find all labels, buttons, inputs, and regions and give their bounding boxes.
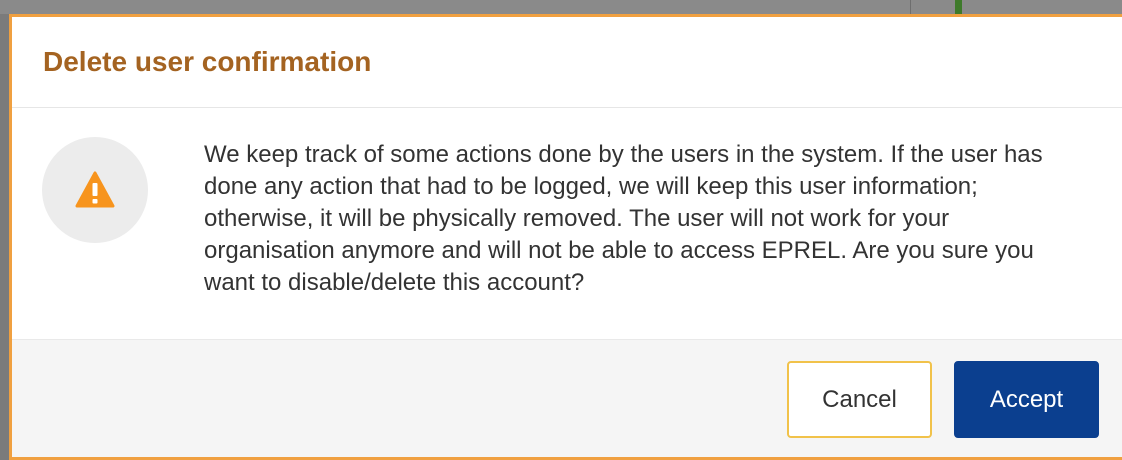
dialog-header: Delete user confirmation	[12, 17, 1122, 108]
dialog-footer: Cancel Accept	[12, 339, 1122, 457]
warning-icon	[75, 171, 115, 208]
dialog-body: We keep track of some actions done by th…	[12, 108, 1122, 338]
dialog-title: Delete user confirmation	[43, 46, 372, 77]
page-backdrop	[0, 0, 1122, 14]
cancel-button[interactable]: Cancel	[787, 361, 932, 438]
warning-icon-container	[42, 137, 148, 243]
backdrop-divider	[910, 0, 911, 14]
backdrop-accent	[955, 0, 962, 14]
accept-button[interactable]: Accept	[954, 361, 1099, 438]
delete-user-dialog: Delete user confirmation We keep track o…	[9, 14, 1122, 460]
dialog-message: We keep track of some actions done by th…	[204, 141, 1043, 296]
